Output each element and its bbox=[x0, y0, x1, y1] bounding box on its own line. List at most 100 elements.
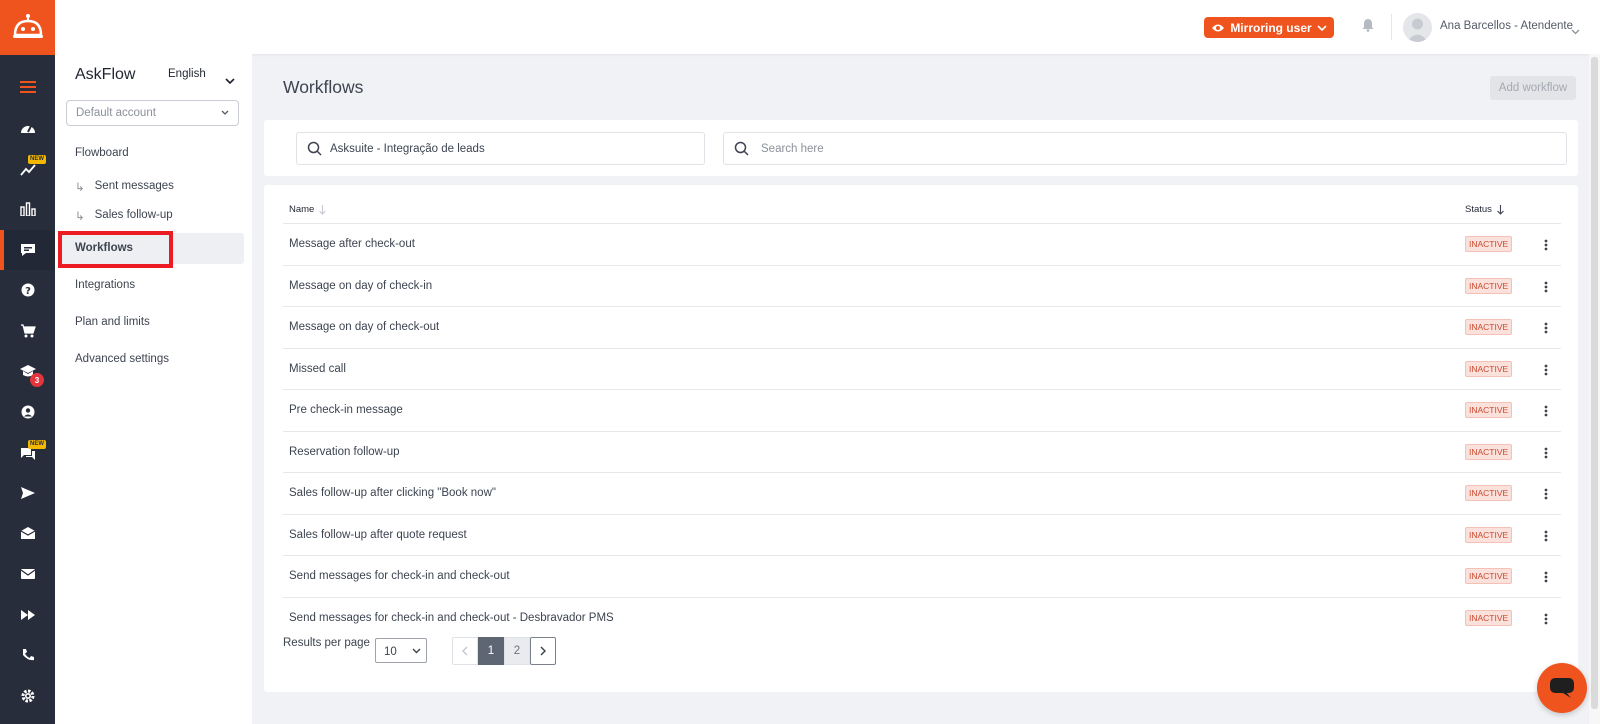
chevron-down-icon bbox=[221, 110, 229, 115]
more-options-icon[interactable] bbox=[1541, 611, 1551, 627]
notification-bell-icon[interactable] bbox=[1362, 18, 1374, 37]
send-icon[interactable] bbox=[0, 473, 55, 513]
workflow-name[interactable]: Sales follow-up after clicking "Book now… bbox=[289, 487, 496, 499]
bot-logo-icon[interactable] bbox=[0, 0, 55, 55]
status-badge: INACTIVE bbox=[1465, 236, 1513, 252]
column-header-status[interactable]: Status bbox=[1465, 204, 1504, 215]
sub-arrow-icon: ↳ bbox=[75, 211, 85, 223]
status-badge: INACTIVE bbox=[1465, 402, 1513, 418]
workflow-name[interactable]: Message after check-out bbox=[289, 238, 415, 250]
filter-bar: Asksuite - Integração de leads Search he… bbox=[264, 120, 1578, 176]
sidebar-item-integrations[interactable]: Integrations bbox=[75, 279, 135, 291]
table-row[interactable]: Message on day of check-in INACTIVE bbox=[283, 264, 1561, 307]
chevron-down-icon[interactable] bbox=[225, 71, 235, 89]
workflow-name[interactable]: Message on day of check-in bbox=[289, 280, 432, 292]
page-button-1[interactable]: 1 bbox=[478, 637, 504, 665]
app-name: AskFlow bbox=[75, 66, 136, 83]
chevron-down-icon[interactable] bbox=[1571, 22, 1580, 40]
table-row[interactable]: Send messages for check-in and check-out… bbox=[283, 555, 1561, 597]
trending-icon[interactable]: NEW bbox=[0, 149, 55, 189]
table-row[interactable]: Message after check-out INACTIVE bbox=[283, 223, 1561, 265]
phone-icon[interactable] bbox=[0, 635, 55, 675]
more-options-icon[interactable] bbox=[1541, 362, 1551, 378]
mail-icon[interactable] bbox=[0, 554, 55, 594]
highlight-box bbox=[58, 231, 173, 268]
user-circle-icon[interactable] bbox=[0, 392, 55, 432]
settings-gear-icon[interactable] bbox=[0, 676, 55, 716]
hamburger-menu-icon[interactable] bbox=[0, 67, 55, 107]
page-button-2[interactable]: 2 bbox=[504, 637, 530, 665]
search-icon bbox=[734, 141, 749, 156]
chat-bubble-icon bbox=[1550, 678, 1574, 698]
mirroring-user-button[interactable]: Mirroring user bbox=[1204, 17, 1334, 38]
avatar[interactable] bbox=[1403, 13, 1432, 42]
workflow-name[interactable]: Sales follow-up after quote request bbox=[289, 529, 467, 541]
sidebar-item-sent-messages[interactable]: ↳ Sent messages bbox=[75, 180, 174, 194]
table-row[interactable]: Missed call INACTIVE bbox=[283, 347, 1561, 390]
more-options-icon[interactable] bbox=[1541, 486, 1551, 502]
sidebar-item-label: Sales follow-up bbox=[94, 209, 173, 221]
workflow-name[interactable]: Pre check-in message bbox=[289, 404, 403, 416]
results-per-page-value: 10 bbox=[384, 646, 397, 658]
workflow-name[interactable]: Send messages for check-in and check-out… bbox=[289, 612, 614, 624]
divider bbox=[1391, 14, 1392, 40]
next-page-button[interactable] bbox=[530, 637, 556, 665]
sidebar-item-advanced-settings[interactable]: Advanced settings bbox=[75, 353, 169, 365]
course-count-badge: 3 bbox=[30, 373, 44, 387]
more-options-icon[interactable] bbox=[1541, 445, 1551, 461]
status-badge: INACTIVE bbox=[1465, 319, 1513, 335]
chevron-down-icon bbox=[412, 648, 421, 654]
status-badge: INACTIVE bbox=[1465, 526, 1513, 543]
table-row[interactable]: Message on day of check-out INACTIVE bbox=[283, 306, 1561, 348]
results-per-page-select[interactable]: 10 bbox=[375, 638, 427, 663]
more-options-icon[interactable] bbox=[1541, 569, 1551, 585]
more-options-icon[interactable] bbox=[1541, 279, 1551, 295]
chat-flow-icon[interactable] bbox=[0, 230, 55, 270]
workflow-name[interactable]: Message on day of check-out bbox=[289, 321, 439, 333]
workflow-name[interactable]: Missed call bbox=[289, 363, 346, 375]
flow-filter-input[interactable]: Asksuite - Integração de leads bbox=[296, 132, 705, 165]
graduation-cap-icon[interactable]: 3 bbox=[0, 351, 55, 391]
help-circle-icon[interactable]: ? bbox=[0, 270, 55, 310]
chevron-left-icon bbox=[462, 646, 468, 656]
inbox-icon[interactable] bbox=[0, 513, 55, 553]
fast-forward-icon[interactable] bbox=[0, 595, 55, 635]
status-badge: INACTIVE bbox=[1465, 277, 1513, 294]
more-options-icon[interactable] bbox=[1541, 403, 1551, 419]
language-select[interactable]: English bbox=[168, 68, 206, 80]
dashboard-gauge-icon[interactable] bbox=[0, 108, 55, 148]
chat-bubbles-icon[interactable]: NEW bbox=[0, 434, 55, 474]
chat-widget-button[interactable] bbox=[1537, 663, 1587, 713]
table-row[interactable]: Sales follow-up after clicking "Book now… bbox=[283, 472, 1561, 514]
scrollbar-thumb[interactable] bbox=[1591, 57, 1598, 709]
table-row[interactable]: Sales follow-up after quote request INACT… bbox=[283, 513, 1561, 556]
more-options-icon[interactable] bbox=[1541, 237, 1551, 253]
sidebar-item-plan-and-limits[interactable]: Plan and limits bbox=[75, 316, 150, 328]
workflow-name[interactable]: Reservation follow-up bbox=[289, 446, 400, 458]
column-header-label: Status bbox=[1465, 204, 1492, 215]
mirroring-user-label: Mirroring user bbox=[1230, 20, 1312, 35]
sub-arrow-icon: ↳ bbox=[75, 182, 85, 194]
add-workflow-button[interactable]: Add workflow bbox=[1490, 76, 1576, 100]
table-row[interactable]: Reservation follow-up INACTIVE bbox=[283, 430, 1561, 473]
cart-icon[interactable] bbox=[0, 311, 55, 351]
table-row[interactable]: Send messages for check-in and check-out… bbox=[283, 596, 1561, 639]
column-header-name[interactable]: Name bbox=[289, 204, 327, 215]
pagination: 1 2 bbox=[452, 637, 556, 665]
page-title: Workflows bbox=[283, 77, 364, 97]
previous-page-button[interactable] bbox=[452, 637, 478, 665]
sidebar-item-label: Sent messages bbox=[94, 180, 174, 192]
user-name[interactable]: Ana Barcellos - Atendente bbox=[1440, 20, 1573, 32]
bar-chart-icon[interactable] bbox=[0, 189, 55, 229]
status-badge: INACTIVE bbox=[1465, 443, 1513, 460]
search-input[interactable]: Search here bbox=[723, 132, 1567, 165]
sidebar-item-flowboard[interactable]: Flowboard bbox=[75, 147, 129, 159]
account-select[interactable]: Default account bbox=[66, 100, 239, 126]
sidebar-item-sales-follow-up[interactable]: ↳ Sales follow-up bbox=[75, 209, 173, 223]
column-header-label: Name bbox=[289, 204, 315, 215]
sidebar: AskFlow English Default account Flowboar… bbox=[55, 54, 252, 724]
table-row[interactable]: Pre check-in message INACTIVE bbox=[283, 389, 1561, 431]
more-options-icon[interactable] bbox=[1541, 320, 1551, 336]
workflow-name[interactable]: Send messages for check-in and check-out bbox=[289, 570, 510, 582]
more-options-icon[interactable] bbox=[1541, 528, 1551, 544]
